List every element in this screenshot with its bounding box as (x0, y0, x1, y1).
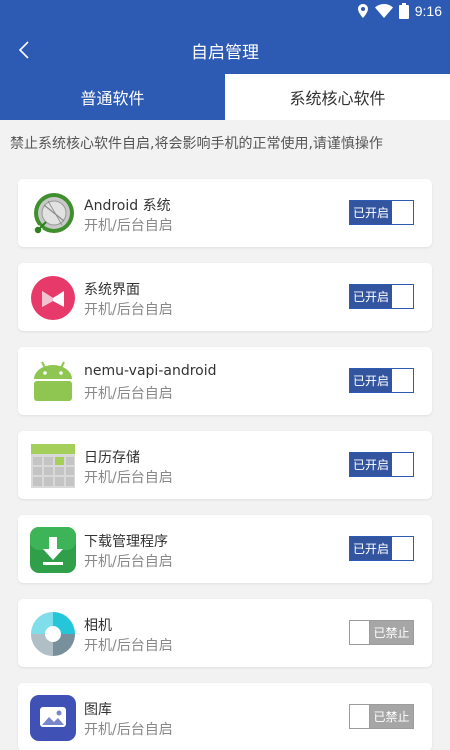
toggle-knob (392, 453, 413, 476)
toggle-knob (350, 705, 370, 728)
toggle-state-label: 已开启 (350, 369, 392, 392)
toggle-state-label: 已开启 (350, 537, 392, 560)
toggle-knob (392, 201, 413, 224)
camera-icon (31, 612, 75, 656)
toggle-state-label: 已禁止 (370, 705, 413, 728)
toggle-state-label: 已开启 (350, 285, 392, 308)
page-title: 自启管理 (191, 43, 259, 63)
wifi-icon (374, 4, 393, 18)
list-item: 下载管理程序 开机/后台自启 已开启 (18, 515, 432, 583)
app-name: Android 系统 (84, 198, 171, 214)
app-name: 系统界面 (84, 282, 140, 298)
app-list: Android 系统 开机/后台自启 已开启 系统界面 开机/后台自启 已开启 (18, 179, 432, 750)
toggle-state-label: 已开启 (350, 453, 392, 476)
app-subtitle: 开机/后台自启 (84, 302, 173, 318)
toggle-knob (392, 537, 413, 560)
system-ui-icon (31, 276, 75, 320)
tab-bar: 普通软件 系统核心软件 (0, 74, 450, 120)
toggle-knob (392, 369, 413, 392)
autostart-toggle[interactable]: 已开启 (349, 200, 414, 225)
list-item: 相机 开机/后台自启 已禁止 (18, 599, 432, 667)
app-subtitle: 开机/后台自启 (84, 722, 173, 738)
app-subtitle: 开机/后台自启 (84, 470, 173, 486)
status-icons: 9:16 (357, 3, 442, 19)
app-name: 下载管理程序 (84, 534, 168, 550)
gallery-icon (30, 695, 76, 741)
app-name: 相机 (84, 618, 112, 634)
status-time: 9:16 (414, 3, 442, 19)
download-manager-icon (30, 527, 76, 573)
list-item: 图库 开机/后台自启 已禁止 (18, 683, 432, 750)
toggle-knob (392, 285, 413, 308)
app-name: 日历存储 (84, 450, 140, 466)
app-bar: 自启管理 (0, 24, 450, 74)
app-subtitle: 开机/后台自启 (84, 218, 173, 234)
autostart-toggle[interactable]: 已开启 (349, 536, 414, 561)
app-subtitle: 开机/后台自启 (84, 638, 173, 654)
app-subtitle: 开机/后台自启 (84, 554, 173, 570)
list-item: Android 系统 开机/后台自启 已开启 (18, 179, 432, 247)
warning-notice: 禁止系统核心软件自启,将会影响手机的正常使用,请谨慎操作 (10, 136, 383, 152)
app-subtitle: 开机/后台自启 (84, 386, 173, 402)
autostart-toggle[interactable]: 已开启 (349, 452, 414, 477)
autostart-toggle[interactable]: 已禁止 (349, 620, 414, 645)
toggle-state-label: 已开启 (350, 201, 392, 224)
location-icon (357, 4, 368, 18)
autostart-toggle[interactable]: 已开启 (349, 284, 414, 309)
android-robot-icon (34, 361, 72, 401)
tab-normal-apps[interactable]: 普通软件 (0, 74, 225, 120)
battery-icon (398, 3, 409, 19)
tab-system-core-apps[interactable]: 系统核心软件 (225, 74, 450, 120)
list-item: 日历存储 开机/后台自启 已开启 (18, 431, 432, 499)
status-bar: 9:16 (0, 0, 450, 24)
autostart-toggle[interactable]: 已开启 (349, 368, 414, 393)
toggle-state-label: 已禁止 (370, 621, 413, 644)
autostart-toggle[interactable]: 已禁止 (349, 704, 414, 729)
app-name: 图库 (84, 702, 112, 718)
toggle-knob (350, 621, 370, 644)
list-item: nemu-vapi-android 开机/后台自启 已开启 (18, 347, 432, 415)
list-item: 系统界面 开机/后台自启 已开启 (18, 263, 432, 331)
android-system-icon (33, 193, 74, 235)
calendar-storage-icon (31, 444, 75, 488)
app-name: nemu-vapi-android (84, 363, 217, 379)
